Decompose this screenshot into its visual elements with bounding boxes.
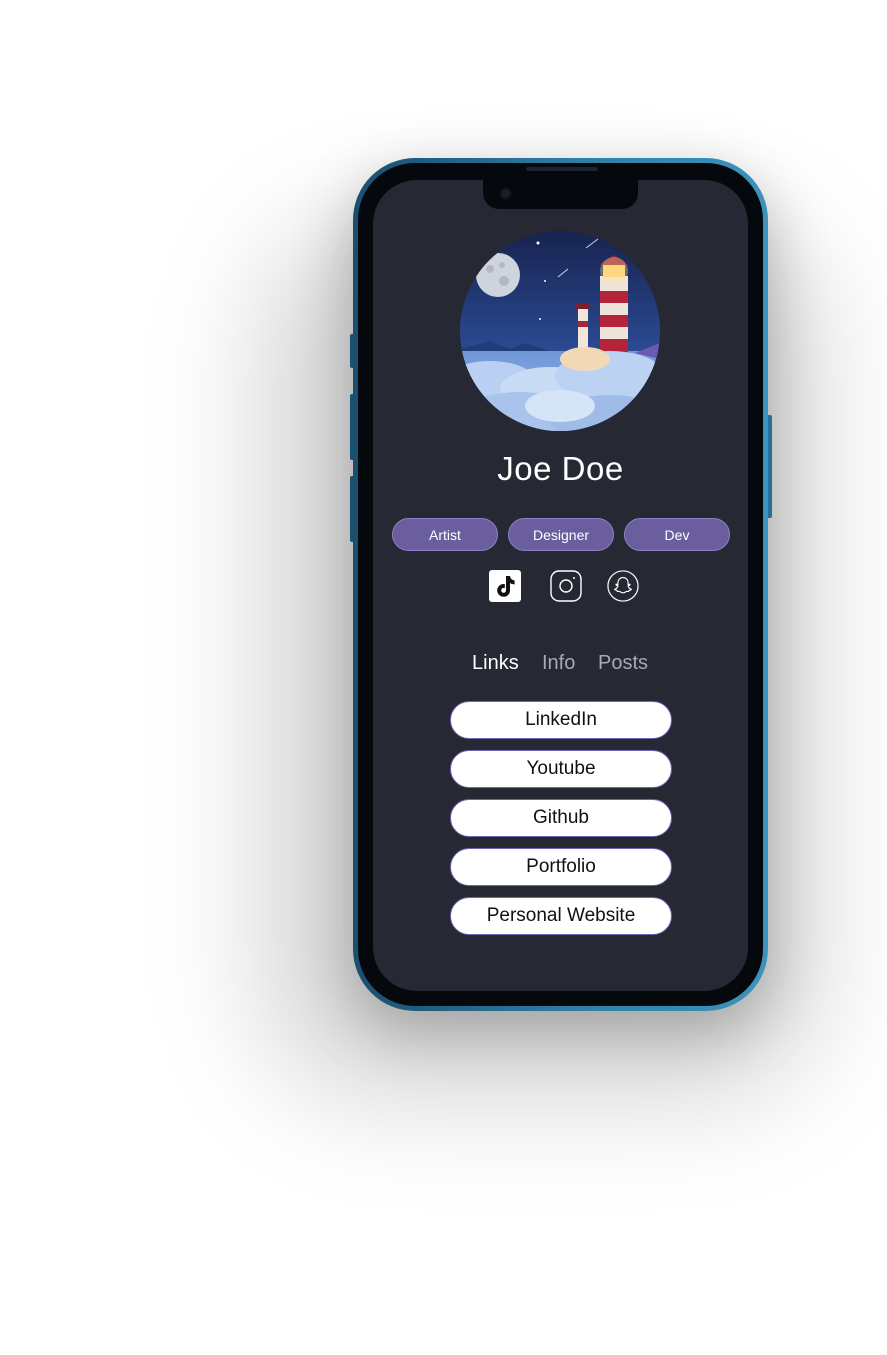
instagram-icon <box>550 570 582 602</box>
tag-dev[interactable]: Dev <box>624 518 730 551</box>
avatar[interactable] <box>460 231 660 431</box>
phone-screen: Joe Doe Artist Designer Dev Links Info P… <box>373 180 748 991</box>
tag-artist[interactable]: Artist <box>392 518 498 551</box>
snapchat-icon <box>607 570 639 602</box>
link-button-github[interactable]: Github <box>450 799 672 837</box>
tag-designer[interactable]: Designer <box>508 518 614 551</box>
front-camera <box>499 187 512 200</box>
link-button-personal-website[interactable]: Personal Website <box>450 897 672 935</box>
tab-links[interactable]: Links <box>472 652 519 675</box>
tab-info[interactable]: Info <box>542 652 575 675</box>
tiktok-icon <box>489 570 521 602</box>
snapchat-link[interactable] <box>607 570 639 602</box>
speaker-slit <box>526 167 598 171</box>
profile-name: Joe Doe <box>497 450 624 487</box>
tab-posts[interactable]: Posts <box>598 652 648 675</box>
link-button-youtube[interactable]: Youtube <box>450 750 672 788</box>
lighthouse-night-avatar <box>460 231 660 431</box>
instagram-link[interactable] <box>550 570 582 602</box>
link-button-portfolio[interactable]: Portfolio <box>450 848 672 886</box>
link-button-linkedin[interactable]: LinkedIn <box>450 701 672 739</box>
tiktok-link[interactable] <box>489 570 521 602</box>
notch <box>483 180 638 209</box>
